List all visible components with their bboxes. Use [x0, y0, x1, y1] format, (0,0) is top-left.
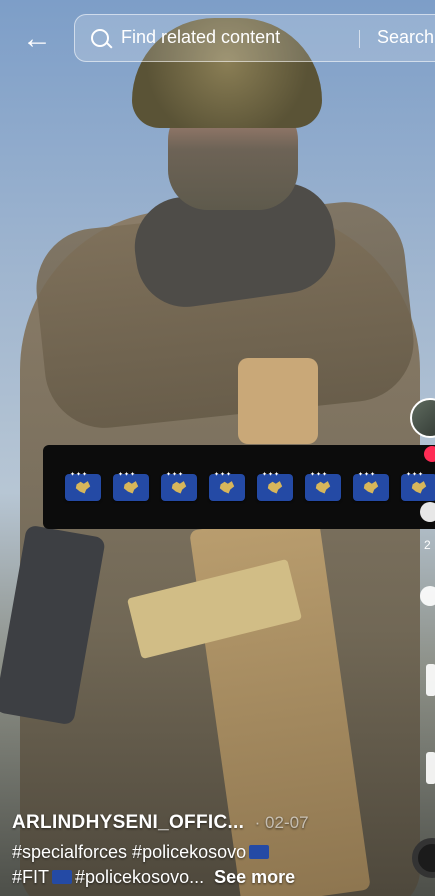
like-heart-icon[interactable]: [420, 502, 435, 522]
kosovo-flag-icon: [113, 471, 149, 501]
kosovo-flag-icon: [209, 471, 245, 501]
search-icon: [91, 29, 109, 47]
hashtags-text[interactable]: #specialforces #policekosovo: [12, 842, 246, 862]
hashtag-fit[interactable]: #FIT: [12, 867, 49, 887]
kosovo-flag-icon: [257, 471, 293, 501]
search-input[interactable]: Find related content: [121, 27, 280, 48]
kosovo-flag-icon: [353, 471, 389, 501]
kosovo-flag-icon: [65, 471, 101, 501]
video-subject-holster: [238, 358, 318, 444]
share-icon[interactable]: [426, 752, 435, 784]
kosovo-flag-emoji-icon: [52, 870, 73, 884]
hashtags-line-1: #specialforces #policekosovo: [12, 842, 422, 863]
bookmark-icon[interactable]: [426, 664, 435, 696]
kosovo-flag-strip-overlay: [43, 445, 435, 529]
follow-plus-icon[interactable]: [424, 446, 435, 462]
hashtags-line-2: #FIT #policekosovo... See more: [12, 867, 422, 888]
see-more-link[interactable]: See more: [214, 867, 295, 887]
comment-icon[interactable]: [420, 586, 435, 606]
kosovo-flag-icon: [161, 471, 197, 501]
post-date: · 02-07: [254, 813, 309, 832]
kosovo-flag-icon: [305, 471, 341, 501]
creator-username[interactable]: ARLINDHYSENI_OFFIC...: [12, 812, 244, 833]
post-caption: ARLINDHYSENI_OFFIC... · 02-07 #specialfo…: [12, 812, 422, 888]
search-bar[interactable]: Find related content Search: [74, 14, 435, 62]
kosovo-flag-icon: [401, 471, 435, 501]
hashtag-policekosovo[interactable]: #policekosovo...: [75, 867, 204, 887]
back-arrow-icon[interactable]: ←: [22, 22, 52, 56]
top-bar: ← Find related content Search: [0, 0, 435, 78]
search-divider: [359, 30, 360, 48]
like-count: 2: [424, 538, 431, 552]
video-feed[interactable]: ← Find related content Search 2 ARLINDHY…: [0, 0, 435, 896]
kosovo-flag-emoji-icon: [249, 845, 270, 859]
search-button[interactable]: Search: [377, 27, 434, 48]
